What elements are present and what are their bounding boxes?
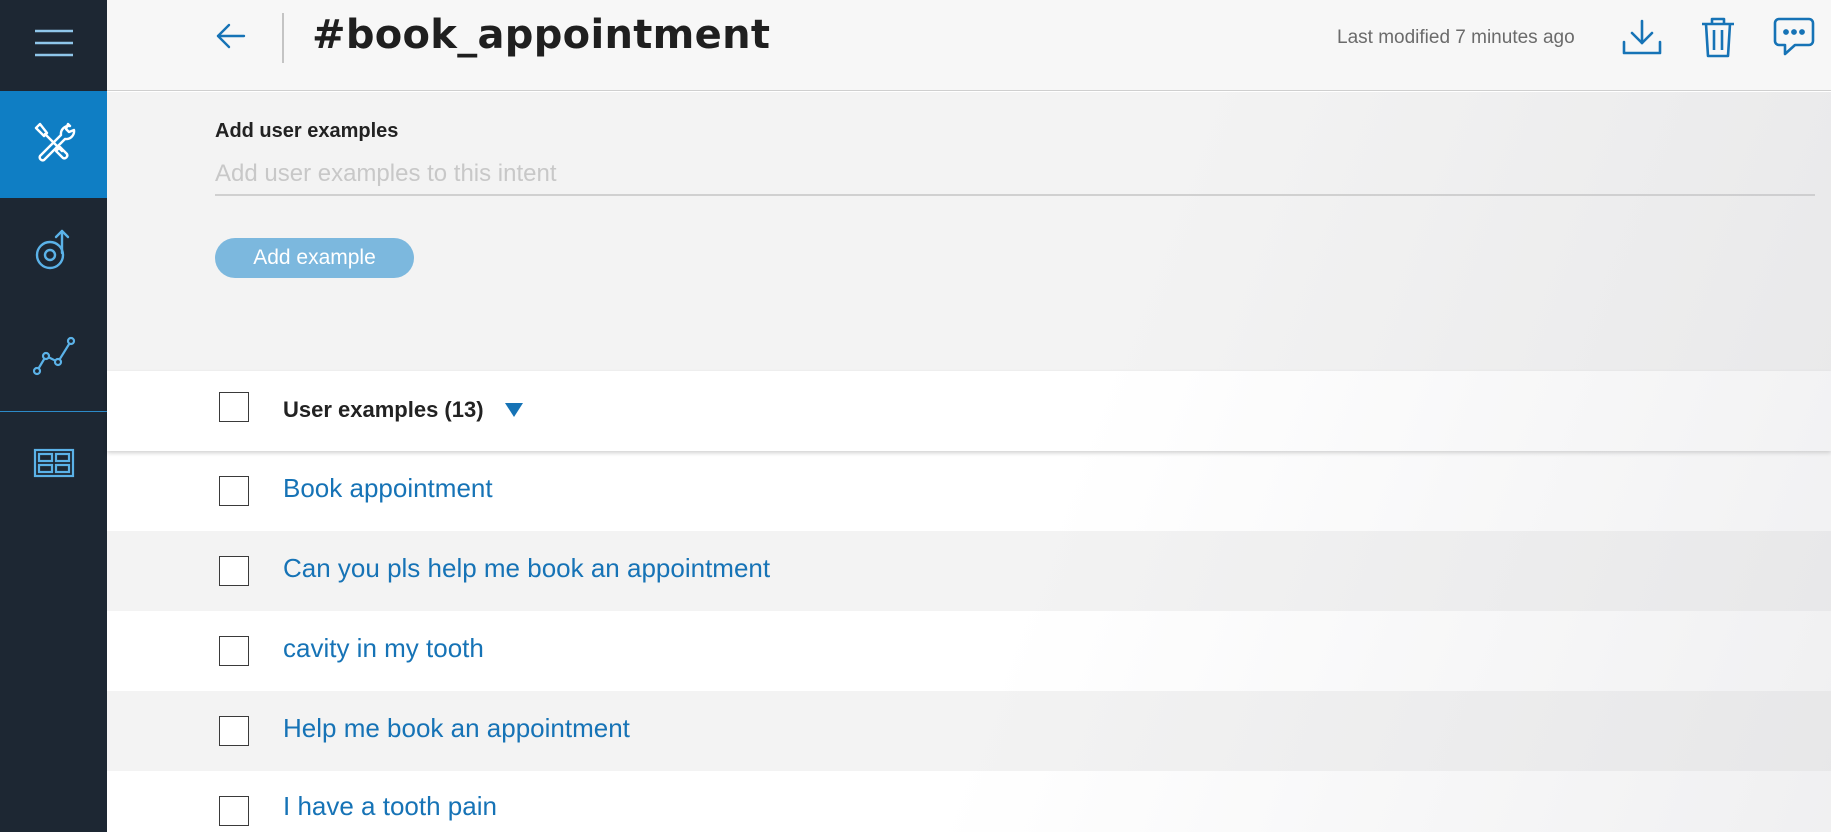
add-examples-panel: Add user examples Add example	[107, 92, 1831, 371]
left-sidebar	[0, 0, 107, 832]
example-text[interactable]: Book appointment	[283, 473, 493, 504]
sort-caret-down-icon[interactable]	[504, 402, 524, 418]
row-checkbox[interactable]	[219, 796, 249, 826]
sidebar-item-build[interactable]	[0, 91, 107, 198]
improve-arrow-icon	[32, 227, 76, 276]
row-checkbox[interactable]	[219, 716, 249, 746]
row-checkbox[interactable]	[219, 476, 249, 506]
row-checkbox[interactable]	[219, 556, 249, 586]
select-all-checkbox[interactable]	[219, 392, 249, 422]
content-catalog-icon	[33, 448, 75, 483]
sidebar-item-analytics[interactable]	[0, 305, 107, 412]
download-button[interactable]	[1619, 16, 1665, 62]
list-item: cavity in my tooth	[107, 611, 1831, 691]
add-example-input[interactable]	[215, 154, 1815, 196]
intent-editor: #book_appointment Last modified 7 minute…	[107, 0, 1831, 832]
list-item: Help me book an appointment	[107, 691, 1831, 771]
list-item: I have a tooth pain	[107, 771, 1831, 832]
menu-button[interactable]	[0, 0, 107, 91]
chat-bubble-icon	[1773, 16, 1815, 63]
page-title: #book_appointment	[312, 12, 771, 58]
list-item: Book appointment	[107, 451, 1831, 531]
last-modified-text: Last modified 7 minutes ago	[1337, 27, 1575, 48]
sidebar-item-improve[interactable]	[0, 198, 107, 305]
example-text[interactable]: I have a tooth pain	[283, 791, 497, 822]
row-checkbox[interactable]	[219, 636, 249, 666]
back-button[interactable]	[211, 20, 251, 56]
title-divider	[282, 13, 284, 63]
add-example-button[interactable]: Add example	[215, 238, 414, 278]
example-text[interactable]: cavity in my tooth	[283, 633, 484, 664]
hamburger-menu-icon	[34, 28, 74, 63]
download-icon	[1621, 18, 1663, 61]
line-chart-icon	[32, 336, 76, 381]
example-text[interactable]: Can you pls help me book an appointment	[283, 553, 770, 584]
examples-list-header: User examples (13)	[107, 371, 1831, 451]
example-text[interactable]: Help me book an appointment	[283, 713, 630, 744]
examples-count-label: User examples (13)	[283, 397, 484, 422]
examples-list: Book appointment Can you pls help me boo…	[107, 451, 1831, 832]
delete-button[interactable]	[1695, 16, 1741, 62]
add-examples-label: Add user examples	[215, 120, 399, 142]
list-item: Can you pls help me book an appointment	[107, 531, 1831, 611]
trash-icon	[1700, 16, 1736, 63]
arrow-left-icon	[215, 22, 247, 55]
try-it-button[interactable]	[1771, 16, 1817, 62]
intent-header: #book_appointment Last modified 7 minute…	[107, 0, 1831, 91]
wrench-screwdriver-icon	[32, 120, 76, 169]
sidebar-item-content-catalog[interactable]	[0, 412, 107, 519]
